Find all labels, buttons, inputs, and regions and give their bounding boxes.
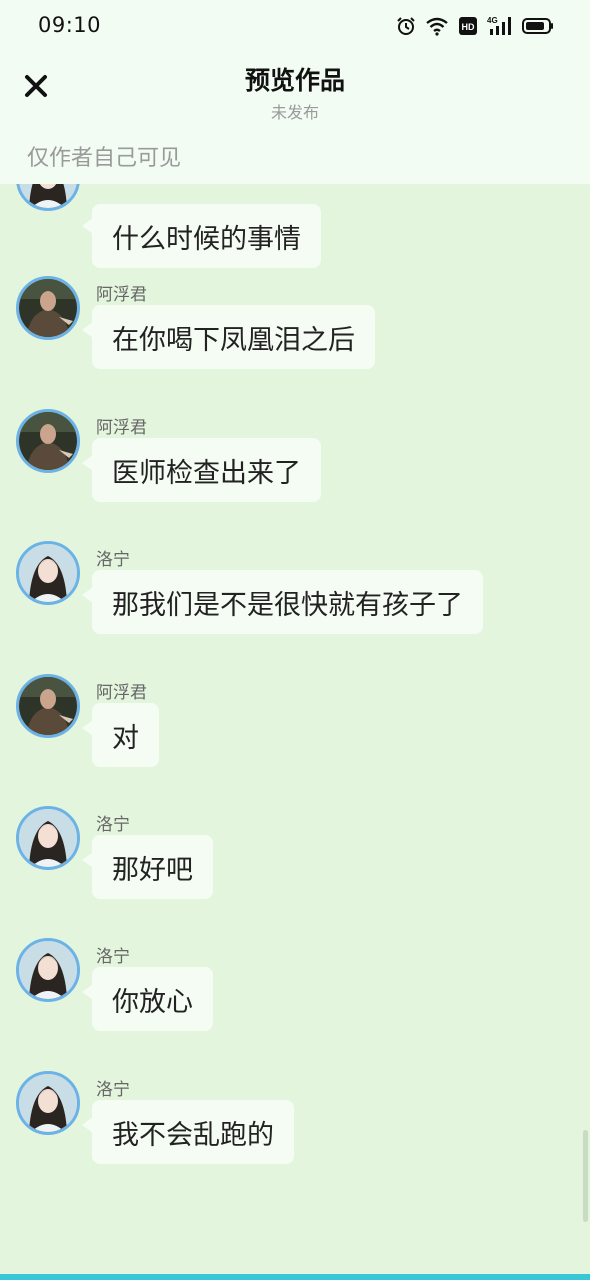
luoning-avatar[interactable] bbox=[16, 938, 80, 1002]
visibility-note: 仅作者自己可见 bbox=[27, 146, 182, 171]
afujun-avatar[interactable] bbox=[16, 674, 80, 738]
message-bubble: 我不会乱跑的 bbox=[92, 1100, 294, 1164]
wifi-icon bbox=[425, 16, 449, 36]
message-bubble: 医师检查出来了 bbox=[92, 438, 321, 502]
scrollbar-thumb[interactable] bbox=[583, 1130, 588, 1222]
status-time: 09:10 bbox=[38, 13, 102, 37]
luoning-avatar[interactable] bbox=[16, 806, 80, 870]
sender-name: 阿浮君 bbox=[96, 683, 147, 703]
message-bubble: 什么时候的事情 bbox=[92, 204, 321, 268]
header: 预览作品 未发布 仅作者自己可见 bbox=[0, 52, 590, 184]
chat-area[interactable]: 什么时候的事情 阿浮君 在你喝下凤凰泪之后 阿浮君 医师检查出来了 洛宁 那我们… bbox=[0, 184, 590, 1274]
sender-name: 洛宁 bbox=[96, 1080, 130, 1100]
status-bar: 09:10 HD 4G bbox=[0, 0, 590, 52]
bottom-accent-bar bbox=[0, 1274, 590, 1280]
signal-4g-icon: 4G bbox=[487, 15, 513, 37]
afujun-avatar[interactable] bbox=[16, 409, 80, 473]
svg-text:HD: HD bbox=[462, 22, 475, 32]
sender-name: 洛宁 bbox=[96, 815, 130, 835]
afujun-avatar[interactable] bbox=[16, 276, 80, 340]
hd-icon: HD bbox=[458, 16, 478, 36]
status-icons: HD 4G bbox=[396, 14, 554, 38]
message-bubble: 在你喝下凤凰泪之后 bbox=[92, 305, 375, 369]
message-bubble: 对 bbox=[92, 703, 159, 767]
message-bubble: 那好吧 bbox=[92, 835, 213, 899]
svg-text:4G: 4G bbox=[487, 16, 498, 25]
luoning-avatar[interactable] bbox=[16, 1071, 80, 1135]
message-bubble: 那我们是不是很快就有孩子了 bbox=[92, 570, 483, 634]
sender-name: 洛宁 bbox=[96, 947, 130, 967]
sender-name: 洛宁 bbox=[96, 550, 130, 570]
luoning-avatar[interactable] bbox=[16, 184, 80, 211]
luoning-avatar[interactable] bbox=[16, 541, 80, 605]
alarm-icon bbox=[396, 16, 416, 36]
sender-name: 阿浮君 bbox=[96, 418, 147, 438]
page-title: 预览作品 bbox=[244, 66, 345, 95]
publish-status: 未发布 bbox=[270, 103, 319, 122]
sender-name: 阿浮君 bbox=[96, 285, 147, 305]
message-bubble: 你放心 bbox=[92, 967, 213, 1031]
battery-icon bbox=[522, 16, 554, 36]
